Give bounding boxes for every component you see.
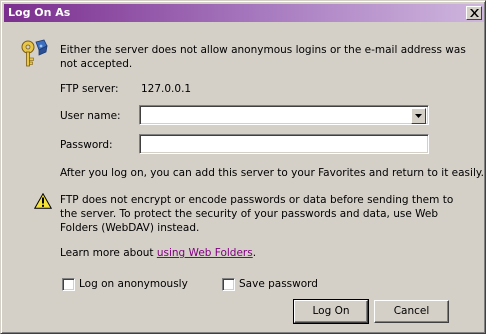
save-password-checkbox[interactable]: [222, 278, 235, 291]
learn-more-suffix: .: [252, 247, 257, 259]
web-folders-link[interactable]: using Web Folders: [157, 247, 253, 259]
user-name-combobox[interactable]: [139, 105, 429, 125]
save-password-label[interactable]: Save password: [239, 278, 318, 290]
log-on-anonymously-checkbox[interactable]: [62, 278, 75, 291]
close-icon: [470, 9, 479, 17]
log-on-button[interactable]: Log On: [293, 299, 369, 324]
server-message: Either the server does not allow anonymo…: [60, 44, 466, 70]
keys-icon: [21, 39, 48, 67]
learn-more-prefix: Learn more about: [60, 247, 157, 259]
close-button[interactable]: [466, 6, 482, 20]
password-label: Password:: [60, 139, 113, 151]
cancel-button[interactable]: Cancel: [374, 300, 449, 323]
favorites-info-text: After you log on, you can add this serve…: [60, 167, 484, 179]
learn-more-line: Learn more about using Web Folders.: [60, 247, 256, 259]
chevron-down-icon: [415, 114, 422, 118]
ftp-server-label: FTP server:: [60, 83, 119, 95]
password-field[interactable]: [139, 134, 429, 154]
warning-icon: [34, 193, 52, 209]
security-warning-text: FTP does not encrypt or encode passwords…: [60, 194, 454, 234]
window-title: Log On As: [8, 6, 71, 19]
user-name-label: User name:: [60, 110, 121, 122]
ftp-server-value: 127.0.0.1: [141, 83, 192, 95]
log-on-as-dialog: Log On As Either the server does not all…: [0, 0, 486, 334]
log-on-anonymously-label[interactable]: Log on anonymously: [79, 278, 188, 290]
user-name-dropdown-button[interactable]: [411, 108, 426, 124]
title-bar[interactable]: Log On As: [4, 4, 484, 22]
